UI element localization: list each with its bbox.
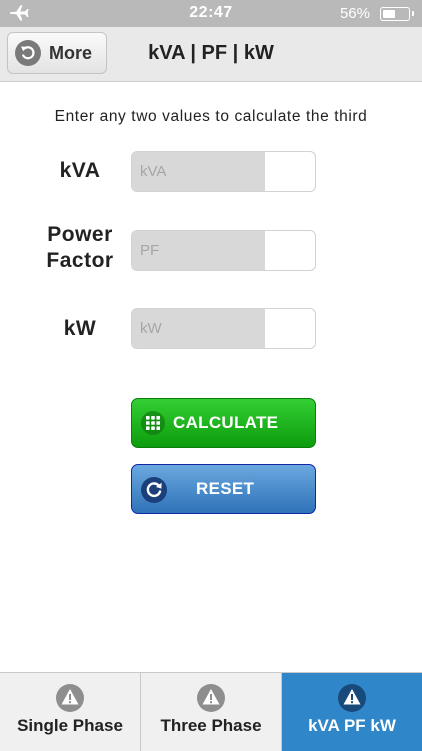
power-factor-label-line1: Power (47, 223, 113, 246)
tab-kva-pf-kw-label: kVA PF kW (308, 716, 396, 735)
reset-button[interactable]: RESET (131, 464, 316, 514)
power-factor-label: Power Factor (20, 222, 140, 274)
tab-three-phase-label: Three Phase (160, 716, 262, 735)
tab-bar: Single Phase Three Phase kVA PF kW (0, 672, 422, 751)
warning-icon (56, 684, 84, 712)
battery-percentage: 56% (339, 5, 370, 22)
back-button-label: More (49, 43, 93, 63)
pf-field-container (131, 230, 316, 271)
kva-field-container (131, 151, 316, 192)
tab-kva-pf-kw[interactable]: kVA PF kW (282, 673, 422, 751)
kw-field-container (131, 308, 316, 349)
kva-label: kVA (59, 159, 101, 182)
navigation-bar: More kVA | PF | kW (0, 27, 422, 82)
battery-level (383, 10, 396, 18)
instruction-text: Enter any two values to calculate the th… (54, 108, 368, 125)
status-bar: 22:47 56% (0, 0, 422, 27)
battery-icon (380, 7, 414, 21)
kva-input[interactable] (132, 152, 265, 191)
pf-input[interactable] (132, 231, 265, 270)
more-back-button[interactable]: More (7, 32, 107, 74)
page-title: kVA | PF | kW (148, 42, 274, 64)
calculate-button-label: CALCULATE (173, 413, 279, 432)
calculate-button[interactable]: CALCULATE (131, 398, 316, 448)
refresh-icon (141, 477, 167, 503)
undo-arrow-icon (15, 40, 41, 66)
tab-single-phase-label: Single Phase (17, 716, 123, 735)
reset-button-label: RESET (196, 479, 255, 498)
tab-single-phase[interactable]: Single Phase (0, 673, 141, 751)
power-factor-label-line2: Factor (46, 249, 114, 272)
keypad-icon (141, 411, 165, 435)
kw-label: kW (63, 317, 97, 340)
tab-three-phase[interactable]: Three Phase (141, 673, 282, 751)
kw-input[interactable] (132, 309, 265, 348)
warning-icon (197, 684, 225, 712)
warning-icon (338, 684, 366, 712)
